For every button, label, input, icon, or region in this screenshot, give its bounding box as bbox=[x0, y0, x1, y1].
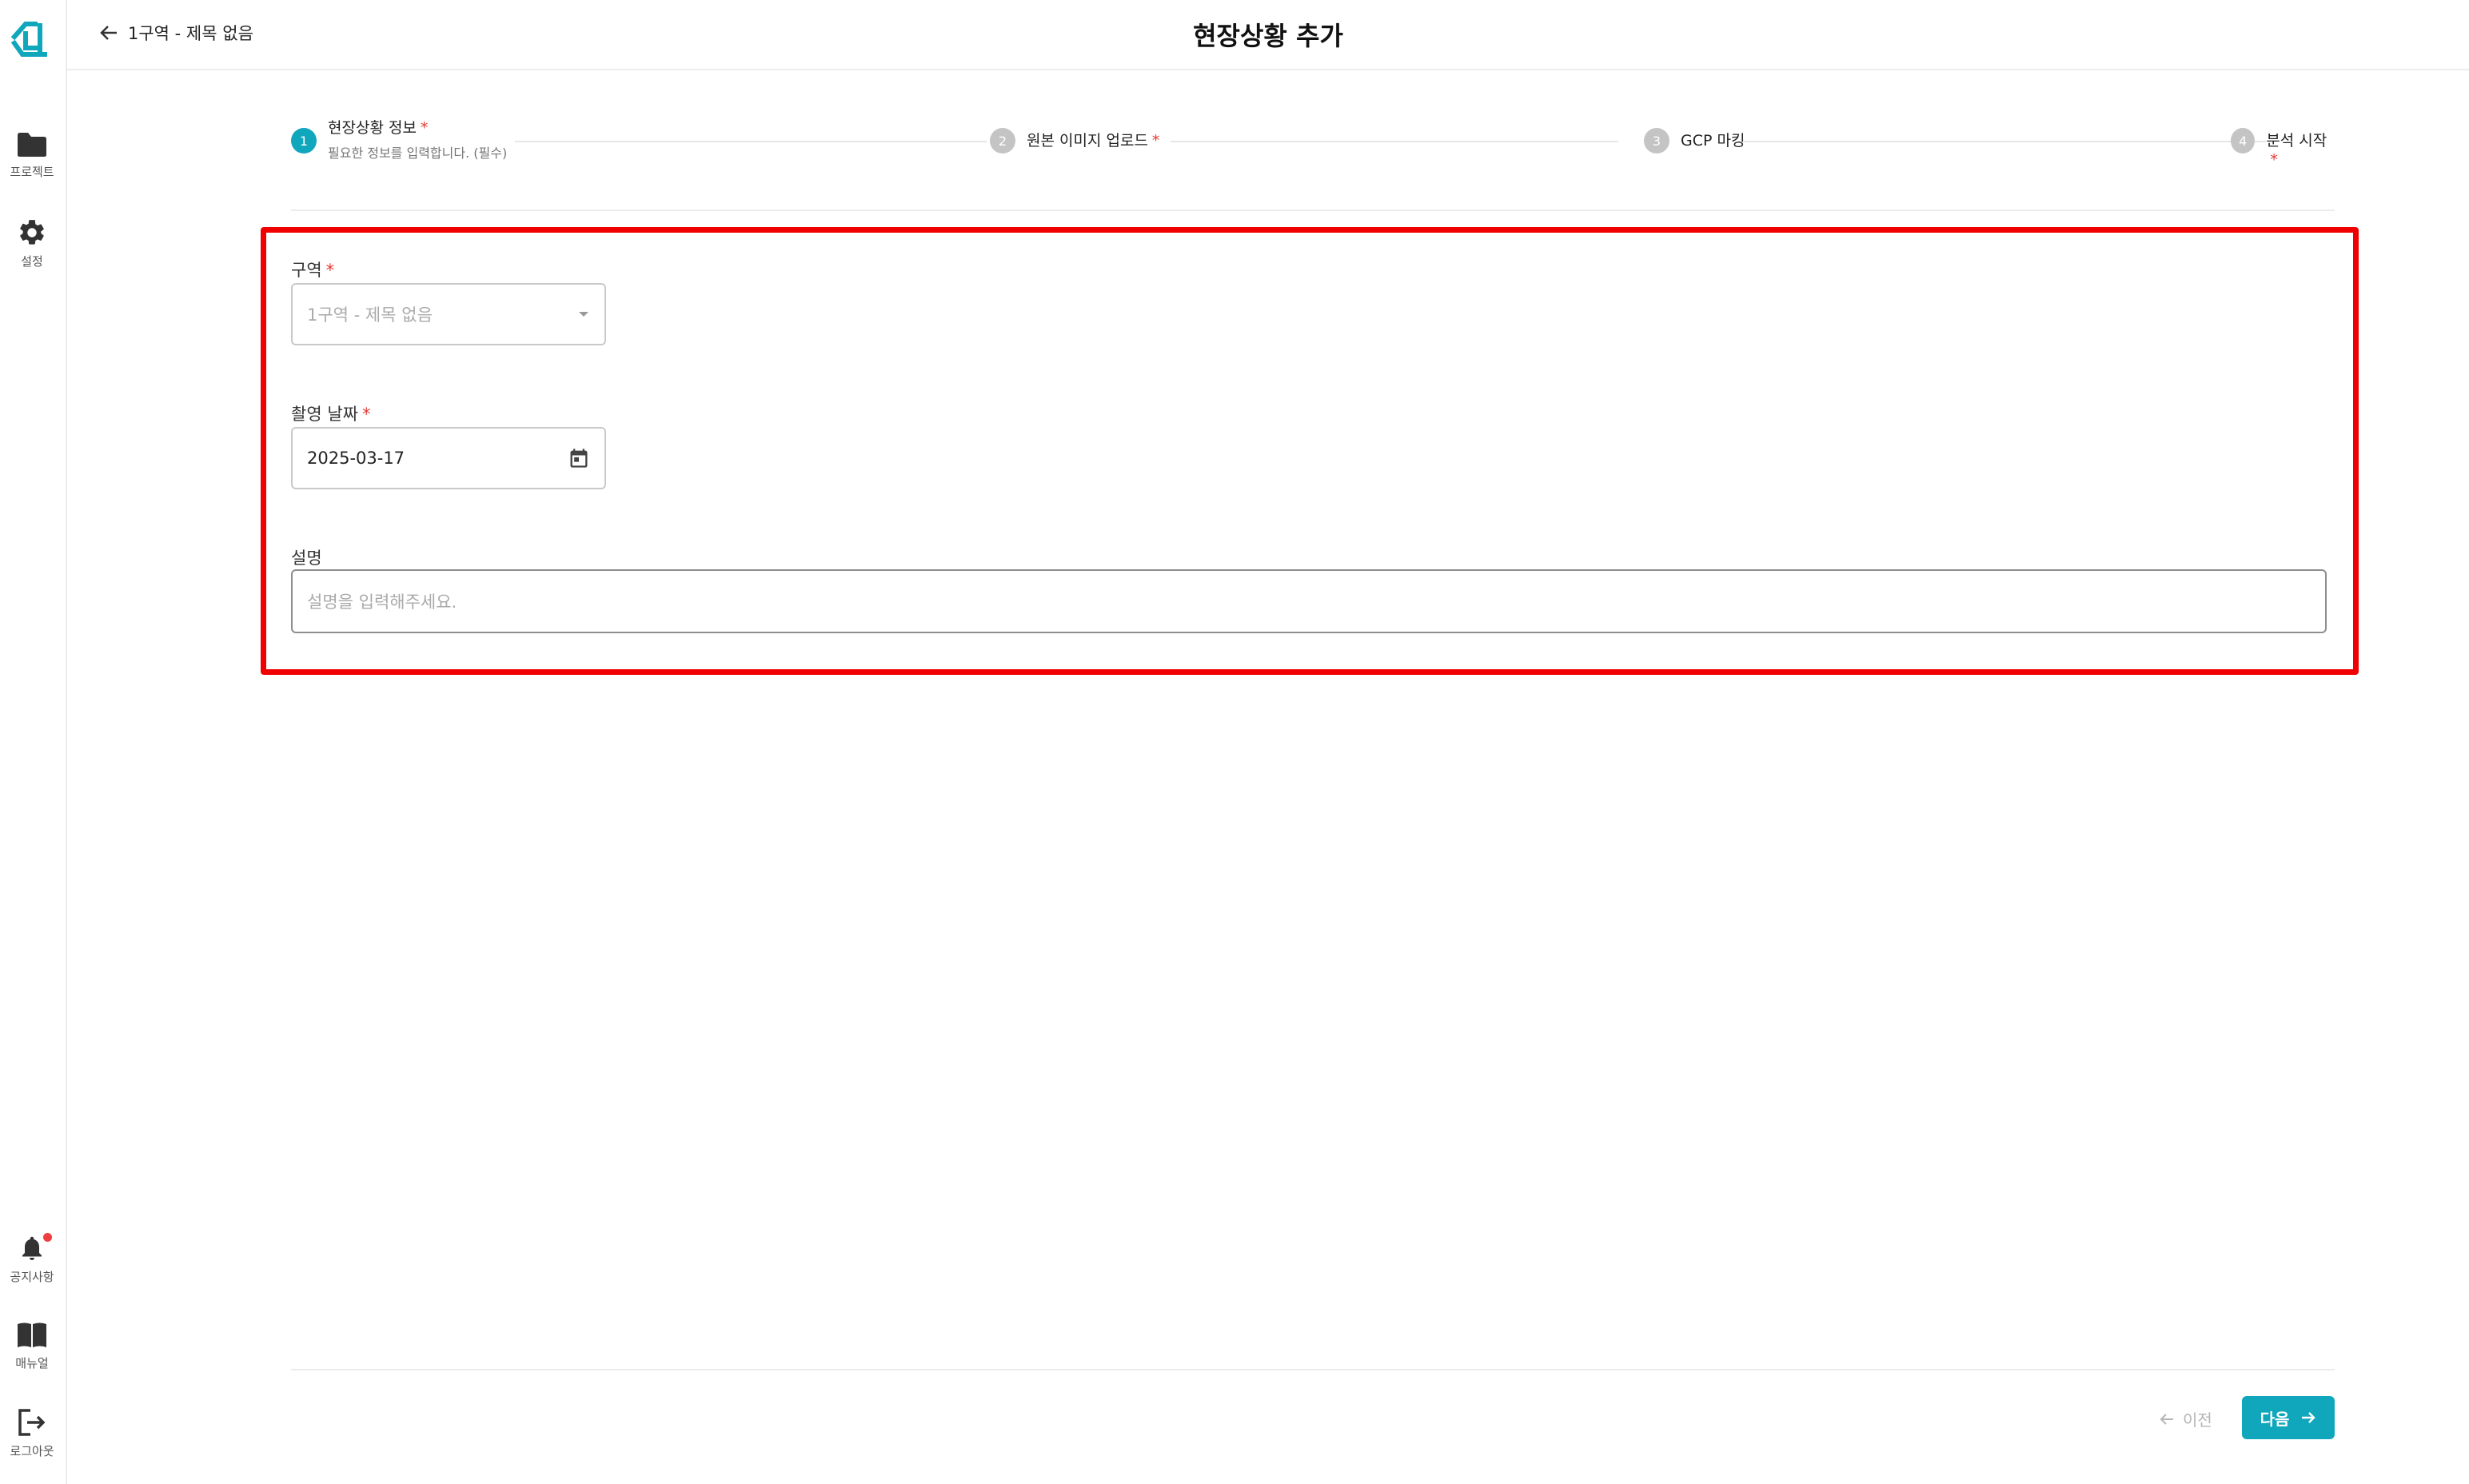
step-3[interactable]: 3 GCP 마킹 bbox=[1644, 128, 1745, 154]
arrow-left-icon bbox=[2160, 1413, 2173, 1425]
caret-down-icon bbox=[579, 312, 588, 317]
zone-select[interactable]: 1구역 - 제목 없음 bbox=[291, 283, 606, 345]
book-icon bbox=[18, 1322, 46, 1347]
date-field[interactable]: 2025-03-17 bbox=[291, 427, 606, 489]
notification-dot bbox=[43, 1233, 52, 1242]
zone-label: 구역 * bbox=[291, 261, 335, 280]
sidebar: 프로젝트 설정 공지사항 매뉴얼 로그아웃 bbox=[0, 0, 67, 1484]
sidebar-item-label: 공지사항 bbox=[10, 1270, 54, 1284]
step-subtitle: 필요한 정보를 입력합니다. (필수) bbox=[328, 146, 508, 161]
sidebar-item-logout[interactable]: 로그아웃 bbox=[0, 1407, 64, 1459]
step-connector bbox=[1171, 141, 1618, 142]
sidebar-item-manual[interactable]: 매뉴얼 bbox=[0, 1321, 64, 1371]
date-label: 촬영 날짜 * bbox=[291, 405, 371, 424]
step-number: 2 bbox=[990, 128, 1015, 154]
step-connector bbox=[1738, 141, 2266, 142]
step-number: 4 bbox=[2231, 128, 2256, 154]
logout-icon bbox=[18, 1409, 46, 1436]
sidebar-item-notices[interactable]: 공지사항 bbox=[0, 1233, 64, 1285]
next-button[interactable]: 다음 bbox=[2242, 1396, 2335, 1439]
app-logo-icon[interactable] bbox=[8, 16, 54, 62]
description-input[interactable]: 설명을 입력해주세요. bbox=[291, 569, 2327, 633]
sidebar-item-label: 설정 bbox=[21, 254, 43, 269]
step-1[interactable]: 1 현장상황 정보 * 필요한 정보를 입력합니다. (필수) bbox=[291, 118, 508, 162]
calendar-icon[interactable] bbox=[568, 446, 590, 470]
bell-icon bbox=[22, 1236, 42, 1260]
step-4[interactable]: 4 분석 시작* bbox=[2231, 128, 2335, 170]
prev-label: 이전 bbox=[2183, 1410, 2212, 1430]
step-2[interactable]: 2 원본 이미지 업로드 * bbox=[990, 128, 1159, 154]
step-label: GCP 마킹 bbox=[1681, 132, 1745, 150]
sidebar-item-projects[interactable]: 프로젝트 bbox=[0, 131, 64, 180]
step-label: 원본 이미지 업로드 * bbox=[1027, 132, 1160, 150]
prev-button[interactable]: 이전 bbox=[2159, 1407, 2212, 1430]
stepper: 1 현장상황 정보 * 필요한 정보를 입력합니다. (필수) 2 원본 이미지 … bbox=[291, 118, 2335, 169]
step-number: 3 bbox=[1644, 128, 1669, 154]
date-value: 2025-03-17 bbox=[307, 449, 405, 468]
page-header: 1구역 - 제목 없음 현장상황 추가 bbox=[67, 0, 2469, 70]
zone-select-value: 1구역 - 제목 없음 bbox=[307, 305, 433, 325]
step-label: 분석 시작* bbox=[2266, 132, 2327, 169]
step-label: 현장상황 정보 * bbox=[328, 118, 508, 138]
divider bbox=[291, 209, 2335, 211]
sidebar-item-label: 매뉴얼 bbox=[15, 1356, 49, 1370]
step-number: 1 bbox=[291, 128, 317, 154]
step-connector bbox=[515, 141, 987, 142]
sidebar-item-settings[interactable]: 설정 bbox=[0, 217, 64, 269]
sidebar-item-label: 로그아웃 bbox=[10, 1444, 54, 1458]
arrow-right-icon bbox=[2302, 1412, 2316, 1423]
next-label: 다음 bbox=[2260, 1409, 2290, 1429]
sidebar-item-label: 프로젝트 bbox=[10, 165, 54, 179]
page-title: 현장상황 추가 bbox=[1193, 21, 1343, 51]
description-label: 설명 bbox=[291, 549, 322, 568]
description-placeholder: 설명을 입력해주세요. bbox=[307, 592, 457, 612]
folder-icon bbox=[18, 133, 46, 157]
gear-icon bbox=[20, 220, 44, 245]
divider bbox=[291, 1369, 2335, 1370]
